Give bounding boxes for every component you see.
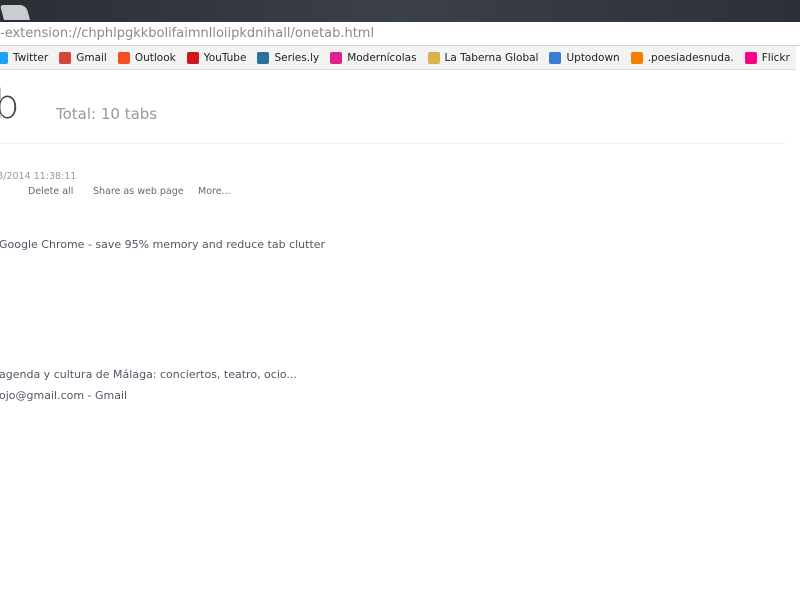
bookmark-modern-colas[interactable]: Modernícolas — [330, 51, 417, 64]
tab-link[interactable]: Google Chrome - save 95% memory and redu… — [0, 238, 325, 251]
bookmark-label: YouTube — [203, 51, 247, 64]
bookmark-youtube[interactable]: YouTube — [186, 51, 247, 64]
address-bar[interactable]: -extension://chphlpgkkbolifaimnlloiipkdn… — [0, 22, 800, 46]
onetab-logo: b — [0, 82, 20, 128]
seriesly-icon — [257, 51, 270, 64]
share-web-page-link[interactable]: Share as web page — [93, 186, 184, 197]
browser-tab[interactable] — [0, 5, 31, 20]
flickr-icon — [744, 51, 757, 64]
gmail-icon — [59, 51, 72, 64]
uptodown-icon — [549, 51, 562, 64]
tab-link[interactable]: agenda y cultura de Málaga: conciertos, … — [0, 368, 297, 381]
more-link[interactable]: More... — [198, 186, 231, 197]
bookmark-flickr[interactable]: Flickr — [744, 51, 790, 64]
bookmark-uptodown[interactable]: Uptodown — [549, 51, 620, 64]
modernicolas-icon — [330, 51, 343, 64]
bookmark-outlook[interactable]: Outlook — [117, 51, 176, 64]
bookmark-label: Series.ly — [274, 51, 320, 64]
window-titlebar — [0, 0, 800, 22]
delete-all-link[interactable]: Delete all — [28, 186, 73, 197]
bookmark-label: La Taberna Global — [444, 51, 539, 64]
bookmark-label: Outlook — [134, 51, 176, 64]
bookmark-label: .poesiadesnuda. — [647, 51, 734, 64]
bookmark-label: Gmail — [76, 51, 107, 64]
bookmark-la-taberna-global[interactable]: La Taberna Global — [427, 51, 539, 64]
bookmark-label: Flickr — [761, 51, 790, 64]
bookmark-label: Modernícolas — [347, 51, 417, 64]
bookmarks-bar: Twitter Gmail Outlook YouTube Series.ly Moder… — [0, 46, 796, 70]
bookmark-label: Uptodown — [566, 51, 620, 64]
total-tabs: Total: 10 tabs — [56, 105, 158, 123]
twitter-icon — [0, 51, 8, 64]
bookmark-twitter[interactable]: Twitter — [0, 51, 49, 64]
youtube-icon — [186, 51, 199, 64]
blogger-icon — [630, 51, 643, 64]
restore-all-link[interactable]: l — [0, 186, 1, 197]
tab-link[interactable]: ojo@gmail.com - Gmail — [0, 389, 127, 402]
bookmark--poesiadesnuda-[interactable]: .poesiadesnuda. — [630, 51, 734, 64]
bookmark-series-ly[interactable]: Series.ly — [257, 51, 320, 64]
bookmark-label: Twitter — [13, 51, 49, 64]
beer-icon — [427, 51, 440, 64]
divider — [0, 143, 785, 144]
group-date: /3/2014 11:38:11 — [0, 171, 77, 182]
windows-icon — [117, 51, 130, 64]
bookmark-gmail[interactable]: Gmail — [59, 51, 107, 64]
